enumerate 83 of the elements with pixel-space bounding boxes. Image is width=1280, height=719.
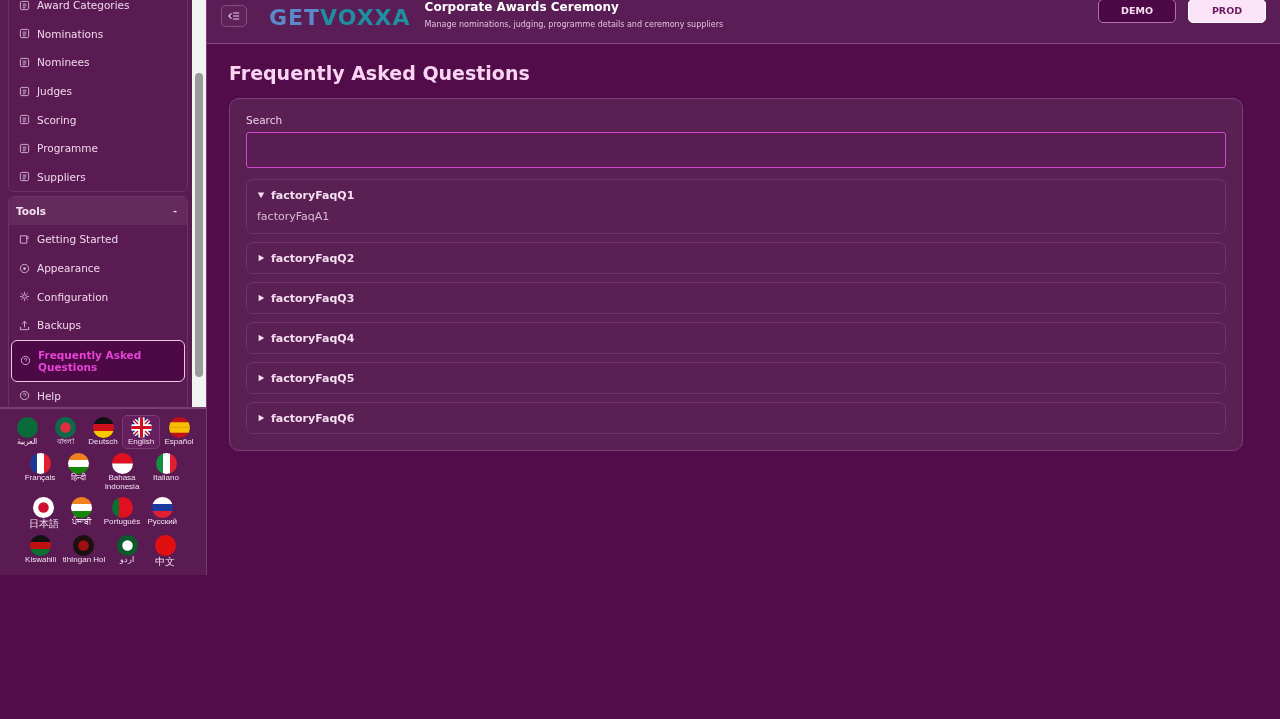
flag-icon <box>130 417 152 438</box>
flag-icon <box>33 497 55 519</box>
language-option[interactable]: ਪੰਜਾਬੀ <box>62 495 101 532</box>
language-option[interactable]: Bahasa Indonesia <box>97 450 147 494</box>
nav-item[interactable]: Configuration <box>9 282 187 311</box>
document-icon <box>19 0 30 11</box>
flag-icon <box>168 417 190 438</box>
nav-item[interactable]: Programme <box>9 133 187 163</box>
tools-section-header[interactable]: Tools - <box>9 197 187 226</box>
flag-icon <box>73 535 95 557</box>
flag-icon <box>30 535 52 557</box>
help-icon <box>20 355 31 367</box>
language-option[interactable]: Português <box>100 495 144 532</box>
document-icon <box>19 85 30 97</box>
flag-icon <box>67 452 89 474</box>
nav-item[interactable]: Award Categories <box>9 0 187 20</box>
flag-icon <box>155 452 177 474</box>
document-icon <box>19 114 30 126</box>
environment-button[interactable]: DEMO <box>1098 0 1176 23</box>
faq-question[interactable]: factoryFaqQ1 <box>257 180 355 210</box>
flag-icon <box>111 497 133 519</box>
caret-right-icon <box>257 334 265 342</box>
upload-icon <box>19 319 30 331</box>
flag-icon <box>92 417 114 438</box>
app-subtitle: Manage nominations, judging, programme details and ceremony suppliers <box>424 20 724 29</box>
faq-question[interactable]: factoryFaqQ5 <box>257 363 355 393</box>
collapse-sidebar-button[interactable] <box>221 4 247 27</box>
nav-item[interactable]: Frequently Asked Questions <box>11 339 185 382</box>
language-option[interactable]: tlhIngan Hol <box>59 533 109 570</box>
caret-right-icon <box>257 254 265 262</box>
caret-right-icon <box>257 374 265 382</box>
book-icon <box>19 233 30 245</box>
document-icon <box>19 171 30 183</box>
nav-item[interactable]: Getting Started <box>9 225 187 254</box>
flag-icon <box>16 417 38 438</box>
caret-down-icon <box>257 191 265 199</box>
environment-button[interactable]: PROD <box>1188 0 1266 23</box>
page-title: Frequently Asked Questions <box>229 62 531 84</box>
flag-icon <box>116 535 138 557</box>
language-option[interactable]: Deutsch <box>84 415 122 449</box>
language-option[interactable]: English <box>122 415 160 449</box>
palette-icon <box>19 262 30 274</box>
help-icon <box>19 390 30 402</box>
nav-item[interactable]: Help <box>9 381 187 407</box>
flag-icon <box>54 417 76 438</box>
nav-item[interactable]: Backups <box>9 310 187 340</box>
language-option[interactable]: Italiano <box>147 450 185 494</box>
app-title: Corporate Awards Ceremony <box>424 0 620 14</box>
search-field[interactable] <box>246 132 1226 168</box>
language-option[interactable]: اردو <box>108 533 147 570</box>
faq-question[interactable]: factoryFaqQ6 <box>257 403 355 433</box>
nav-item[interactable]: Appearance <box>9 253 187 283</box>
scrollbar[interactable] <box>192 0 206 407</box>
settings-icon <box>19 291 30 303</box>
document-icon <box>19 57 30 68</box>
caret-right-icon <box>257 414 265 422</box>
flag-icon <box>111 452 133 474</box>
document-icon <box>19 142 30 154</box>
flag-icon <box>29 452 51 474</box>
nav-item[interactable]: Suppliers <box>9 162 187 192</box>
logo: GETVOXXA <box>269 5 411 30</box>
search-label: Search <box>246 114 284 126</box>
language-option[interactable]: 日本語 <box>24 495 63 532</box>
nav-item[interactable]: Judges <box>9 76 187 106</box>
language-option[interactable]: Français <box>21 450 59 494</box>
faq-question[interactable]: factoryFaqQ4 <box>257 323 355 353</box>
faq-question[interactable]: factoryFaqQ3 <box>257 283 355 313</box>
faq-answer: factoryFaqA1 <box>257 210 331 223</box>
faq-question[interactable]: factoryFaqQ2 <box>257 243 355 273</box>
language-option[interactable]: বাংলা <box>46 415 84 449</box>
language-option[interactable]: Kiswahili <box>21 533 60 570</box>
document-icon <box>19 28 30 40</box>
language-option[interactable]: Русский <box>143 495 182 532</box>
language-option[interactable]: العربية <box>8 415 46 449</box>
nav-item[interactable]: Nominations <box>9 19 187 49</box>
language-option[interactable]: हिन्दी <box>59 450 97 494</box>
language-option[interactable]: Español <box>160 415 198 449</box>
language-option[interactable]: 中文 <box>146 533 185 570</box>
flag-icon <box>151 497 173 519</box>
nav-item[interactable]: Scoring <box>9 105 187 134</box>
caret-right-icon <box>257 294 265 302</box>
nav-item[interactable]: Nominees <box>9 48 187 77</box>
flag-icon <box>154 535 176 557</box>
